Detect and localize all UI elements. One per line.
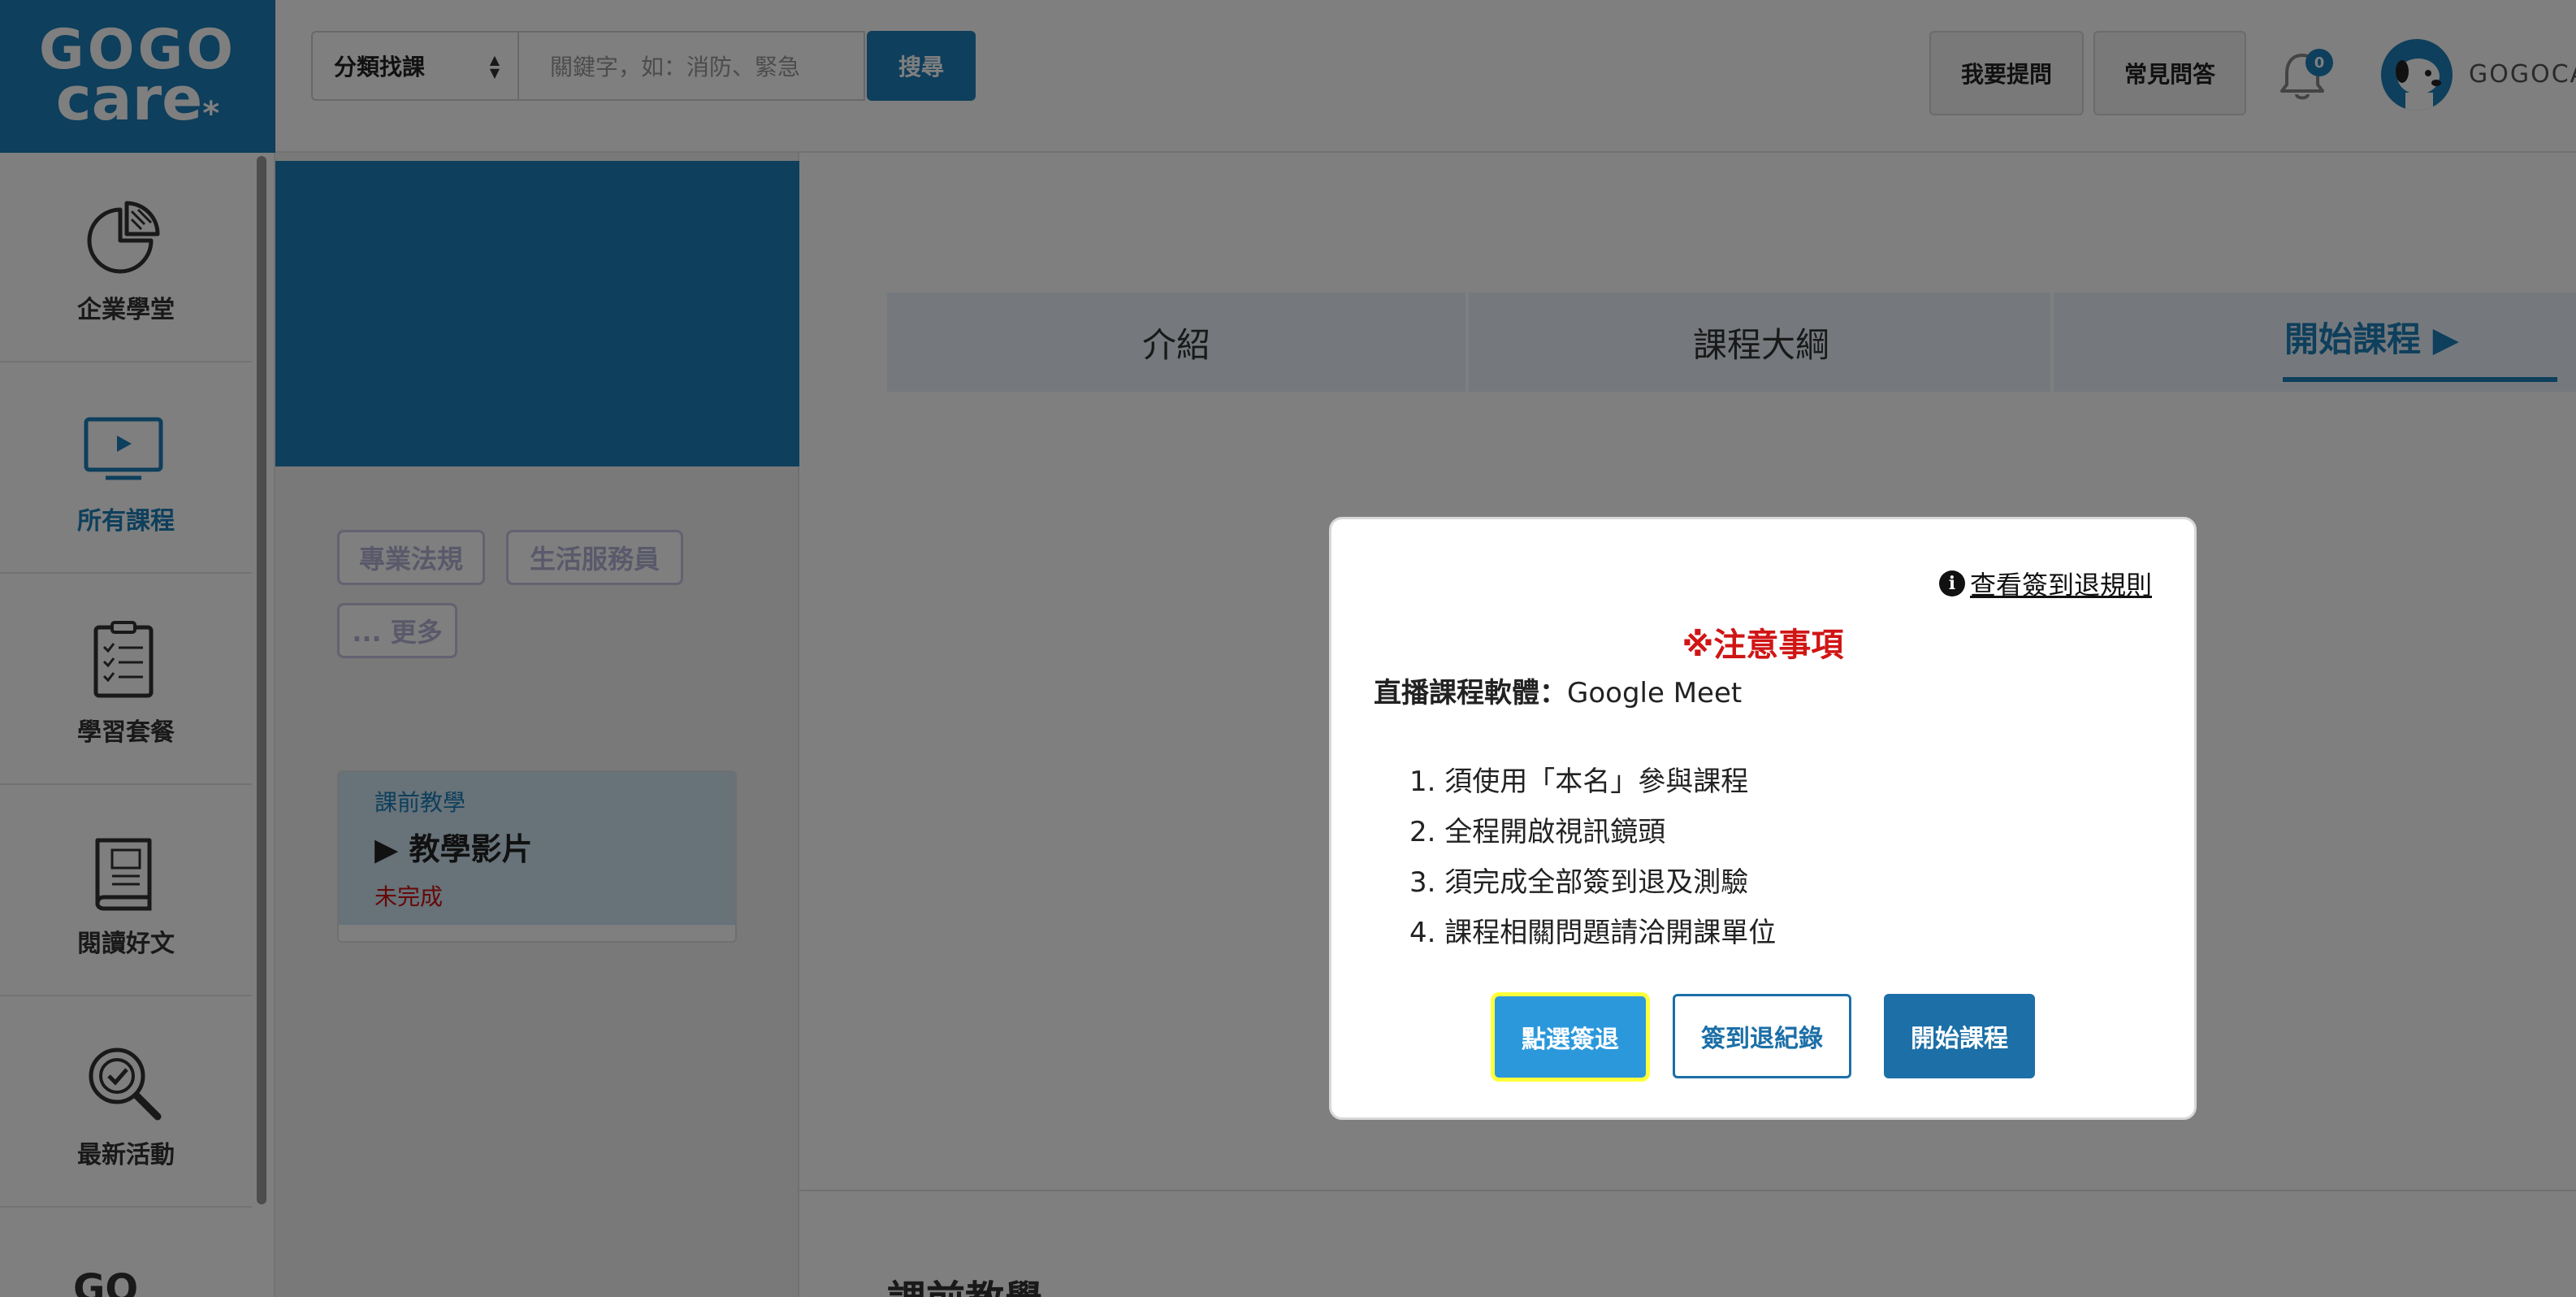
software-line: 直播課程軟體：Google Meet: [1374, 670, 1742, 710]
software-value: Google Meet: [1567, 677, 1743, 709]
rules-list: 1. 須使用「本名」參與課程 2. 全程開啟視訊鏡頭 3. 須完成全部簽到退及測…: [1409, 757, 1776, 958]
checkout-button[interactable]: 點選簽退: [1491, 992, 1650, 1082]
checkin-rules-link[interactable]: i 查看簽到退規則: [1938, 565, 2152, 602]
list-item: 1. 須使用「本名」參與課程: [1409, 766, 1749, 798]
list-item: 3. 須完成全部簽到退及測驗: [1409, 866, 1749, 899]
info-icon: i: [1938, 570, 1965, 596]
software-label: 直播課程軟體：: [1374, 677, 1567, 709]
list-item: 2. 全程開啟視訊鏡頭: [1409, 816, 1666, 848]
checkin-record-button[interactable]: 簽到退紀錄: [1673, 994, 1851, 1078]
checkin-rules-link-text: 查看簽到退規則: [1969, 570, 2152, 601]
list-item: 4. 課程相關問題請洽開課單位: [1409, 917, 1777, 949]
notice-title: ※注意事項: [1682, 627, 1844, 664]
checkin-modal: i 查看簽到退規則 ※注意事項 直播課程軟體：Google Meet 1. 須使…: [1329, 517, 2197, 1120]
start-course-button[interactable]: 開始課程: [1884, 994, 2035, 1078]
